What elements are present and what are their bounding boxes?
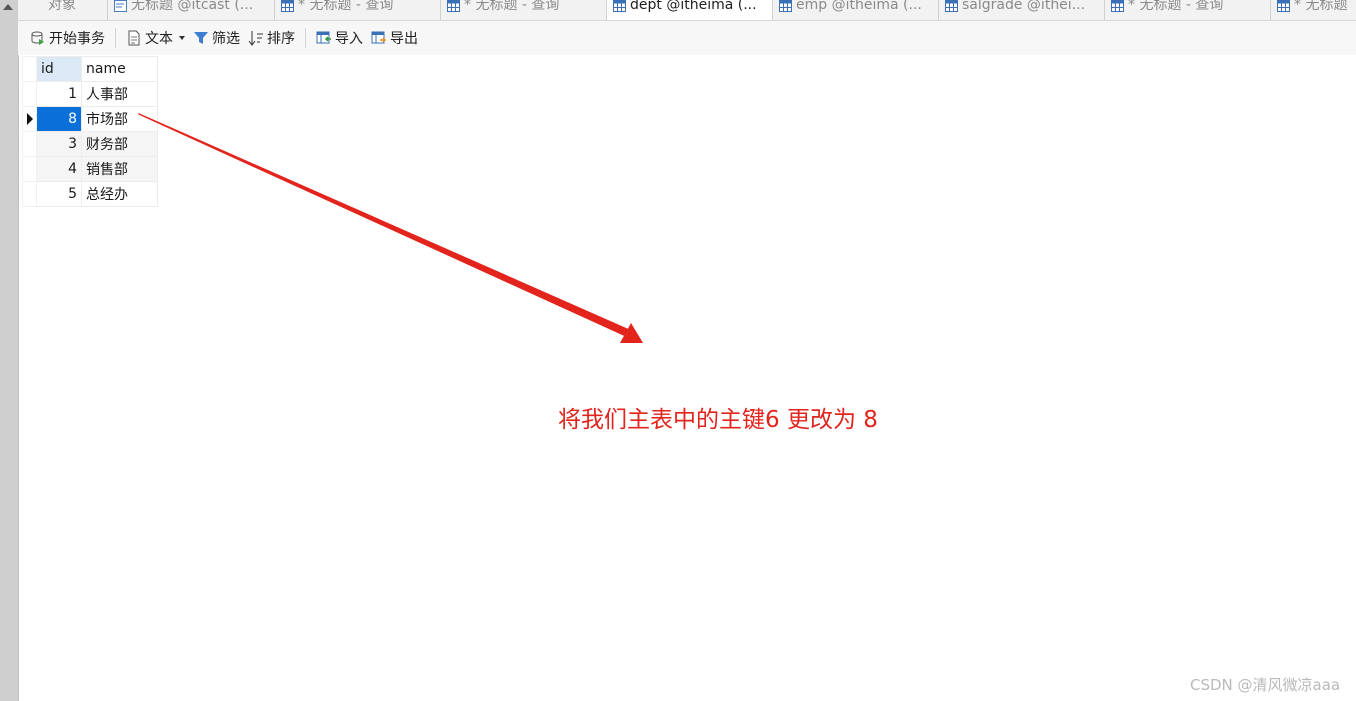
tab-untitled-query-3[interactable]: * 无标题 - 查询	[1105, 0, 1271, 20]
tab-label: 无标题 @itcast (...	[131, 0, 254, 12]
grid-header-row: id name	[22, 56, 158, 82]
export-label: 导出	[390, 31, 418, 47]
filter-icon	[194, 32, 208, 44]
annotation-arrow	[138, 113, 643, 343]
table-row[interactable]: 1 人事部	[22, 81, 158, 107]
column-header-id[interactable]: id	[36, 56, 82, 82]
tab-dept-itheima[interactable]: dept @itheima (...	[607, 0, 773, 20]
begin-transaction-label: 开始事务	[49, 31, 105, 47]
tab-emp-itheima[interactable]: emp @itheima (...	[773, 0, 939, 20]
cell-name[interactable]: 市场部	[81, 106, 158, 132]
sort-label: 排序	[267, 31, 295, 47]
chevron-down-icon[interactable]	[179, 36, 185, 40]
row-marker[interactable]	[22, 106, 37, 132]
tab-salgrade-itheima[interactable]: salgrade @ithei...	[939, 0, 1105, 20]
tab-label: 对象	[48, 0, 76, 12]
filter-button[interactable]: 筛选	[189, 25, 244, 51]
sort-icon	[248, 31, 263, 46]
table-icon	[945, 0, 958, 12]
table-icon	[281, 0, 294, 12]
tab-label: salgrade @ithei...	[962, 0, 1086, 12]
tab-untitled-4[interactable]: * 无标题	[1271, 0, 1356, 20]
left-scroll-strip[interactable]	[0, 0, 19, 701]
sort-button[interactable]: 排序	[244, 25, 299, 51]
tab-label: * 无标题	[1294, 0, 1348, 12]
scroll-up-arrow-icon[interactable]	[3, 4, 13, 10]
tab-untitled-query-1[interactable]: * 无标题 - 查询	[275, 0, 441, 20]
tab-untitled-query-2[interactable]: * 无标题 - 查询	[441, 0, 607, 20]
table-icon	[779, 0, 792, 12]
tab-objects[interactable]: 对象	[18, 0, 108, 20]
text-view-button[interactable]: 文本	[122, 25, 189, 51]
tab-label: * 无标题 - 查询	[298, 0, 394, 12]
row-marker[interactable]	[22, 131, 37, 157]
tab-label: dept @itheima (...	[630, 0, 757, 12]
cell-id[interactable]: 3	[36, 131, 82, 157]
current-row-arrow-icon	[26, 113, 33, 125]
table-icon	[1111, 0, 1124, 12]
import-button[interactable]: 导入	[312, 25, 367, 51]
cell-name[interactable]: 总经办	[81, 181, 158, 207]
column-header-name[interactable]: name	[81, 56, 158, 82]
annotation-arrow-line	[138, 113, 630, 337]
toolbar-divider	[305, 28, 306, 48]
row-marker[interactable]	[22, 81, 37, 107]
begin-transaction-button[interactable]: 开始事务	[26, 25, 109, 51]
export-icon	[371, 31, 387, 44]
transaction-icon	[31, 31, 44, 45]
row-marker[interactable]	[22, 156, 37, 182]
text-view-label: 文本	[145, 31, 173, 47]
tab-untitled-itcast[interactable]: 无标题 @itcast (...	[108, 0, 275, 20]
cell-id[interactable]: 1	[36, 81, 82, 107]
table-icon	[447, 0, 460, 12]
tab-label: emp @itheima (...	[796, 0, 922, 12]
cell-id[interactable]: 4	[36, 156, 82, 182]
cell-id[interactable]: 8	[36, 106, 82, 132]
tab-label: * 无标题 - 查询	[1128, 0, 1224, 12]
toolbar-divider	[115, 28, 116, 48]
table-icon	[613, 0, 626, 12]
data-grid: id name 1 人事部 8 市场部 3 财务部 4 销售部 5 总经办	[22, 56, 158, 207]
tab-label: * 无标题 - 查询	[464, 0, 560, 12]
toolbar: 开始事务 文本 筛选 排序 导入 导出	[18, 21, 1356, 55]
tab-bar: 对象 无标题 @itcast (... * 无标题 - 查询 * 无标题 - 查…	[18, 0, 1356, 21]
table-icon	[1277, 0, 1290, 12]
cell-name[interactable]: 人事部	[81, 81, 158, 107]
table-row[interactable]: 5 总经办	[22, 181, 158, 207]
watermark-text: CSDN @清风微凉aaa	[1190, 676, 1341, 694]
import-label: 导入	[335, 31, 363, 47]
table-row[interactable]: 4 销售部	[22, 156, 158, 182]
query-icon	[114, 0, 127, 12]
cell-name[interactable]: 财务部	[81, 131, 158, 157]
cell-name[interactable]: 销售部	[81, 156, 158, 182]
table-row[interactable]: 3 财务部	[22, 131, 158, 157]
import-icon	[316, 31, 331, 44]
table-row-selected[interactable]: 8 市场部	[22, 106, 158, 132]
annotation-text: 将我们主表中的主键6 更改为 8	[558, 407, 878, 433]
document-icon	[128, 30, 140, 46]
export-button[interactable]: 导出	[367, 25, 422, 51]
cell-id[interactable]: 5	[36, 181, 82, 207]
row-marker-header	[22, 56, 37, 82]
row-marker[interactable]	[22, 181, 37, 207]
annotation-arrowhead	[620, 323, 643, 343]
filter-label: 筛选	[212, 31, 240, 47]
